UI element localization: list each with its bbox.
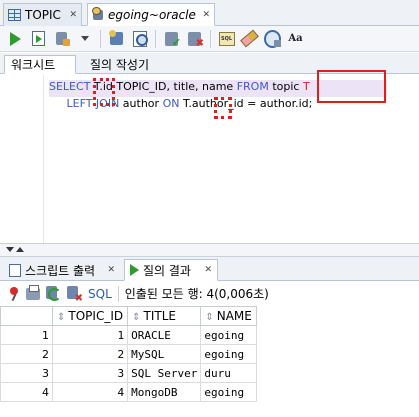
cell-topic-id[interactable]: 3 — [51, 363, 129, 383]
dropdown-caret-icon — [80, 36, 89, 41]
query-result-icon — [130, 264, 139, 276]
table-row[interactable]: 2 2 MySQL egoing — [0, 344, 258, 364]
cell-topic-id[interactable]: 4 — [51, 382, 129, 402]
cell-topic-id[interactable]: 2 — [51, 344, 129, 364]
code-text: topic — [268, 80, 303, 93]
close-tab-icon[interactable]: ✕ — [204, 265, 212, 275]
toolbar-divider — [210, 29, 211, 48]
column-header-title[interactable]: ⇕ TITLE — [127, 306, 202, 326]
fetch-status: 인출된 모든 행: 4(0,006초) — [124, 287, 269, 301]
cell-title[interactable]: MongoDB — [127, 382, 202, 402]
cell-name[interactable]: duru — [200, 363, 258, 383]
row-number: 3 — [0, 363, 53, 383]
column-header-label: TITLE — [143, 309, 176, 323]
script-output-icon — [9, 263, 21, 277]
alias-highlight-select — [93, 78, 115, 106]
sql-editor[interactable]: SELECT T.id TOPIC_ID, title, name FROM t… — [0, 70, 419, 243]
run-script-icon — [32, 31, 45, 46]
panel-splitter[interactable] — [0, 243, 419, 257]
print-icon[interactable] — [26, 284, 40, 300]
explain-plan-button[interactable] — [264, 30, 281, 47]
cell-title[interactable]: SQL Server — [127, 363, 202, 383]
commit-button[interactable] — [163, 30, 181, 49]
row-number-header — [0, 306, 53, 326]
tab-worksheet[interactable]: 워크시트 — [4, 55, 76, 74]
collapse-down-icon[interactable] — [6, 247, 14, 252]
run-statement-button[interactable] — [7, 30, 24, 47]
rollback-button[interactable] — [186, 30, 204, 49]
cell-topic-id[interactable]: 1 — [51, 325, 129, 345]
cancel-icon[interactable] — [67, 286, 83, 304]
column-header-label: TOPIC_ID — [68, 309, 124, 323]
tab-script-output[interactable]: 스크립트 출력 ✕ — [4, 259, 120, 281]
table-row[interactable]: 3 3 SQL Server duru — [0, 363, 258, 383]
cell-title[interactable]: MySQL — [127, 344, 202, 364]
keyword-select: SELECT — [49, 80, 91, 93]
tab-query-builder[interactable]: 질의 작성기 — [84, 55, 155, 74]
close-tab-icon[interactable]: ✕ — [202, 10, 210, 20]
table-alias: T — [302, 80, 310, 93]
toolbar-divider — [155, 29, 156, 48]
cell-title[interactable]: ORACLE — [127, 325, 202, 345]
font-button[interactable]: Aa — [287, 30, 304, 47]
pin-icon[interactable] — [8, 286, 20, 301]
table-icon — [8, 9, 21, 21]
results-toolbar: SQL 인출된 모든 행: 4(0,006초) — [0, 281, 419, 306]
tab-topic-label: TOPIC — [25, 8, 61, 22]
results-grid: ⇕ TOPIC_ID ⇕ TITLE ⇕ NAME 1 1 ORACLE egoing… — [0, 306, 419, 417]
tab-egoing-oracle[interactable]: egoing~oracle ✕ — [87, 3, 215, 26]
code-text: author — [119, 97, 163, 110]
compile-button[interactable] — [108, 30, 125, 47]
header-row: ⇕ TOPIC_ID ⇕ TITLE ⇕ NAME — [0, 306, 258, 326]
tab-script-output-label: 스크립트 출력 — [25, 263, 96, 278]
sql-link[interactable]: SQL — [88, 287, 112, 301]
database-connection-icon — [92, 7, 104, 21]
output-tab-bar: 스크립트 출력 ✕ 질의 결과 ✕ — [0, 257, 419, 281]
line-number-gutter — [0, 75, 44, 243]
keyword-on: ON — [162, 97, 180, 110]
document-tab-bar: TOPIC ✕ egoing~oracle ✕ — [0, 0, 419, 26]
row-number: 4 — [0, 382, 53, 402]
worksheet-toolbar: SQL Aa — [0, 26, 419, 52]
sql-tuning-icon: SQL — [220, 36, 233, 42]
keyword-from: FROM — [236, 80, 269, 93]
toolbar-divider — [100, 29, 101, 48]
close-tab-icon[interactable]: ✕ — [107, 265, 115, 275]
tab-query-result[interactable]: 질의 결과 ✕ — [124, 259, 218, 281]
autotrace-dropdown[interactable] — [76, 30, 93, 47]
run-statement-icon — [10, 31, 21, 46]
row-number: 2 — [0, 344, 53, 364]
find-button[interactable] — [131, 30, 148, 47]
toolbar-divider — [117, 285, 119, 302]
refresh-icon[interactable] — [46, 286, 61, 301]
sort-icon: ⇕ — [132, 312, 141, 323]
close-tab-icon[interactable]: ✕ — [69, 10, 77, 20]
clear-button[interactable] — [241, 30, 258, 47]
sql-tuning-button[interactable]: SQL — [218, 30, 235, 47]
cell-name[interactable]: egoing — [200, 344, 258, 364]
cell-name[interactable]: egoing — [200, 325, 258, 345]
column-header-topic-id[interactable]: ⇕ TOPIC_ID — [51, 306, 129, 326]
results-table: ⇕ TOPIC_ID ⇕ TITLE ⇕ NAME 1 1 ORACLE egoing… — [0, 306, 258, 402]
sort-icon: ⇕ — [205, 312, 214, 323]
alias-highlight-on — [214, 97, 232, 119]
column-header-name[interactable]: ⇕ NAME — [200, 306, 258, 326]
alias-highlight-from — [317, 70, 386, 103]
table-row[interactable]: 4 4 MongoDB egoing — [0, 382, 258, 402]
collapse-up-icon[interactable] — [16, 247, 24, 252]
cell-name[interactable]: egoing — [200, 382, 258, 402]
autotrace-button[interactable] — [53, 30, 70, 47]
tab-topic[interactable]: TOPIC ✕ — [3, 3, 82, 26]
row-number: 1 — [0, 325, 53, 345]
sort-icon: ⇕ — [57, 312, 66, 323]
tab-query-result-label: 질의 결과 — [143, 263, 191, 278]
table-row[interactable]: 1 1 ORACLE egoing — [0, 325, 258, 345]
tab-egoing-oracle-label: egoing~oracle — [108, 7, 196, 22]
column-header-label: NAME — [216, 309, 252, 323]
run-script-button[interactable] — [30, 30, 47, 47]
code-text: T.author_id = author.id; — [179, 97, 313, 110]
